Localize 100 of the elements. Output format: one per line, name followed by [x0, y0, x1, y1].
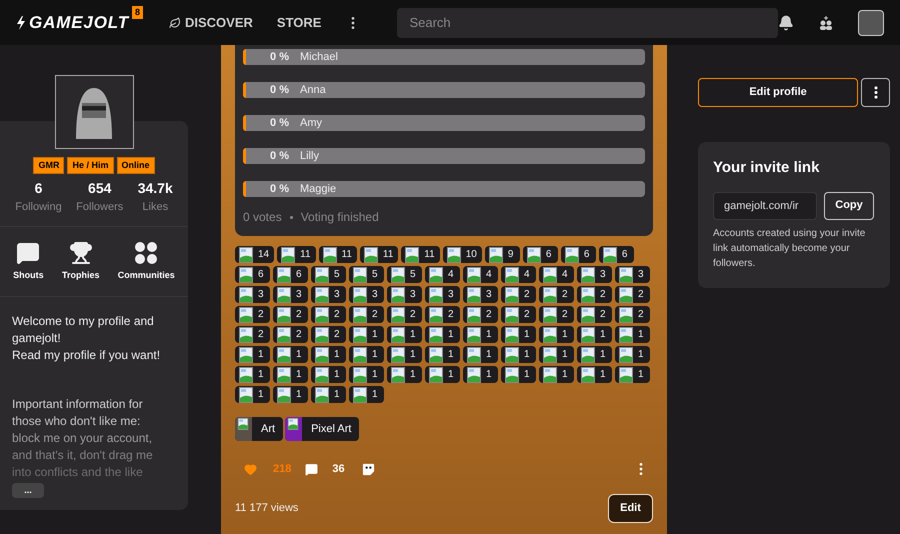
reaction-chip[interactable]: 1	[463, 346, 498, 363]
reaction-chip[interactable]: 3	[273, 286, 308, 303]
reaction-chip[interactable]: 1	[235, 366, 270, 383]
reaction-chip[interactable]: 2	[235, 306, 270, 323]
reaction-chip[interactable]: 6	[522, 246, 558, 263]
reaction-chip[interactable]: 5	[387, 266, 422, 283]
reaction-chip[interactable]: 2	[539, 306, 574, 323]
reaction-chip[interactable]: 6	[560, 246, 596, 263]
reaction-chip[interactable]: 2	[501, 286, 536, 303]
reaction-chip[interactable]: 3	[387, 286, 422, 303]
reaction-chip[interactable]: 1	[387, 326, 422, 343]
bell-icon[interactable]	[778, 14, 794, 30]
reaction-chip[interactable]: 4	[539, 266, 574, 283]
community-chip[interactable]: Pixel Art	[285, 417, 360, 441]
reaction-chip[interactable]: 2	[577, 286, 612, 303]
reaction-chip[interactable]: 1	[235, 386, 270, 403]
reaction-chip[interactable]: 1	[539, 366, 574, 383]
reaction-chip[interactable]: 3	[463, 286, 498, 303]
reaction-chip[interactable]: 1	[501, 346, 536, 363]
search-field[interactable]: Search	[397, 8, 778, 38]
reaction-chip[interactable]: 1	[577, 366, 612, 383]
reaction-chip[interactable]: 2	[235, 326, 270, 343]
invite-link-field[interactable]: gamejolt.com/ir	[713, 192, 817, 220]
reaction-chip[interactable]: 1	[273, 386, 308, 403]
reaction-chip[interactable]: 3	[577, 266, 612, 283]
reaction-chip[interactable]: 1	[311, 386, 346, 403]
reaction-chip[interactable]: 1	[425, 346, 460, 363]
reaction-chip[interactable]: 10	[442, 246, 482, 263]
stat-label[interactable]: Likes	[142, 199, 168, 216]
reaction-chip[interactable]: 1	[577, 346, 612, 363]
reaction-chip[interactable]: 1	[577, 326, 612, 343]
comment-icon[interactable]	[305, 462, 318, 476]
reaction-chip[interactable]: 1	[425, 326, 460, 343]
reaction-chip[interactable]: 14	[235, 246, 274, 263]
reaction-chip[interactable]: 2	[615, 286, 650, 303]
site-logo[interactable]: GAMEJOLT	[29, 10, 129, 36]
reaction-chip[interactable]: 11	[360, 246, 398, 263]
nav-link[interactable]: STORE	[276, 12, 322, 32]
reaction-chip[interactable]: 1	[463, 366, 498, 383]
friends-icon[interactable]	[818, 14, 834, 30]
edit-profile-button[interactable]: Edit profile	[698, 78, 858, 107]
nav-link[interactable]: DISCOVER	[169, 12, 253, 32]
reaction-chip[interactable]: 1	[273, 366, 308, 383]
reaction-chip[interactable]: 5	[349, 266, 384, 283]
reaction-chip[interactable]: 1	[349, 346, 384, 363]
reaction-chip[interactable]: 1	[349, 366, 384, 383]
more-button[interactable]	[861, 78, 890, 107]
reaction-chip[interactable]: 1	[387, 366, 422, 383]
reaction-chip[interactable]: 1	[425, 366, 460, 383]
reaction-chip[interactable]: 2	[463, 306, 498, 323]
reaction-chip[interactable]: 2	[311, 306, 346, 323]
reaction-chip[interactable]: 1	[615, 346, 650, 363]
reaction-chip[interactable]: 3	[349, 286, 384, 303]
reaction-chip[interactable]: 6	[598, 246, 634, 263]
copy-button[interactable]: Copy	[824, 192, 874, 220]
reaction-chip[interactable]: 1	[615, 326, 650, 343]
reaction-chip[interactable]: 3	[615, 266, 650, 283]
reaction-chip[interactable]: 2	[425, 306, 460, 323]
reaction-chip[interactable]: 2	[615, 306, 650, 323]
edit-button[interactable]: Edit	[608, 494, 653, 522]
reaction-chip[interactable]: 3	[425, 286, 460, 303]
reaction-chip[interactable]: 4	[501, 266, 536, 283]
reaction-chip[interactable]: 3	[311, 286, 346, 303]
reaction-chip[interactable]: 2	[577, 306, 612, 323]
reaction-chip[interactable]: 6	[273, 266, 308, 283]
reaction-chip[interactable]: 1	[387, 346, 422, 363]
reaction-chip[interactable]: 1	[349, 326, 384, 343]
reaction-chip[interactable]: 1	[311, 366, 346, 383]
reaction-chip[interactable]: 2	[273, 306, 308, 323]
reaction-chip[interactable]: 2	[311, 326, 346, 343]
reaction-chip[interactable]: 9	[484, 246, 520, 263]
reaction-chip[interactable]: 1	[539, 346, 574, 363]
reaction-chip[interactable]: 2	[387, 306, 422, 323]
profile-link[interactable]: Trophies	[62, 240, 100, 282]
reaction-chip[interactable]: 2	[501, 306, 536, 323]
reaction-chip[interactable]: 2	[349, 306, 384, 323]
reaction-chip[interactable]: 1	[501, 366, 536, 383]
lightning-bolt-icon[interactable]	[16, 16, 26, 30]
reaction-chip[interactable]: 1	[539, 326, 574, 343]
reaction-chip[interactable]: 3	[235, 286, 270, 303]
stat-label[interactable]: Followers	[76, 199, 124, 216]
reaction-chip[interactable]: 1	[615, 366, 650, 383]
reaction-chip[interactable]: 2	[539, 286, 574, 303]
profile-link[interactable]: Shouts	[13, 240, 44, 282]
user-avatar[interactable]	[858, 10, 884, 36]
reaction-chip[interactable]: 4	[425, 266, 460, 283]
reaction-chip[interactable]: 5	[311, 266, 346, 283]
profile-link[interactable]: Communities	[118, 240, 175, 282]
sticker-icon[interactable]	[362, 462, 375, 476]
reaction-chip[interactable]: 1	[463, 326, 498, 343]
reaction-chip[interactable]: 11	[401, 246, 440, 263]
reaction-chip[interactable]: 1	[235, 346, 270, 363]
reaction-chip[interactable]: 1	[349, 386, 384, 403]
show-more-button[interactable]: ...	[12, 483, 44, 498]
reaction-chip[interactable]: 1	[501, 326, 536, 343]
reaction-chip[interactable]: 1	[273, 346, 308, 363]
reaction-chip[interactable]: 2	[273, 326, 308, 343]
reaction-chip[interactable]: 11	[318, 246, 357, 263]
stat-label[interactable]: Following	[15, 199, 62, 216]
community-chip[interactable]: Art	[235, 417, 284, 441]
